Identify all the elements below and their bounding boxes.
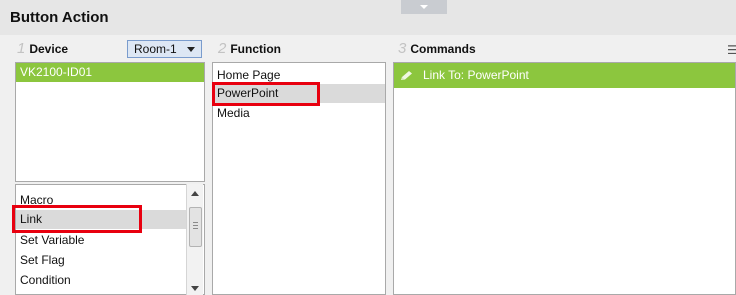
scroll-thumb[interactable] [189, 207, 202, 247]
function-item-home-page[interactable]: Home Page [213, 66, 385, 85]
action-type-label: Set Variable [20, 233, 85, 247]
action-type-label: Link [20, 212, 43, 226]
scroll-down-arrow-icon[interactable] [191, 286, 199, 291]
window-title: Button Action [10, 9, 109, 26]
function-item-label: Home Page [217, 68, 281, 82]
commands-column-header: 3 Commands [398, 38, 476, 60]
chevron-down-icon [420, 5, 428, 9]
action-type-label: Condition [20, 273, 71, 287]
commands-list: Link To: PowerPoint [393, 62, 736, 295]
action-type-label: Macro [20, 193, 54, 207]
step-number-2: 2 [218, 40, 227, 57]
pencil-icon[interactable] [400, 70, 414, 81]
action-type-set-flag[interactable]: Set Flag [16, 251, 204, 270]
function-item-media[interactable]: Media [213, 104, 385, 123]
command-item[interactable]: Link To: PowerPoint [394, 63, 735, 88]
room-select-value: Room-1 [134, 42, 177, 56]
command-item-label: Link To: PowerPoint [423, 68, 529, 82]
device-list: VK2100-ID01 [15, 62, 205, 182]
commands-column-label: Commands [410, 42, 476, 56]
action-type-scrollbar[interactable] [186, 184, 203, 295]
action-type-label: Set Flag [20, 253, 65, 267]
menu-icon[interactable]: ☰ [727, 43, 736, 57]
function-item-powerpoint[interactable]: PowerPoint [213, 84, 385, 103]
device-column-header: 1 Device [17, 38, 68, 60]
action-type-set-variable[interactable]: Set Variable [16, 231, 204, 250]
function-column-label: Function [230, 42, 281, 56]
title-bar: Button Action [0, 0, 736, 35]
function-item-label: Media [217, 106, 250, 120]
action-type-condition[interactable]: Condition [16, 271, 204, 290]
step-number-1: 1 [17, 40, 26, 57]
device-column-label: Device [29, 42, 69, 56]
dropdown-arrow-icon [187, 47, 195, 52]
function-list: Home Page PowerPoint Media [212, 62, 386, 295]
scroll-up-arrow-icon[interactable] [191, 191, 199, 196]
device-item[interactable]: VK2100-ID01 [16, 63, 204, 82]
device-item-label: VK2100-ID01 [20, 65, 93, 79]
room-select[interactable]: Room-1 [127, 40, 202, 58]
action-type-link[interactable]: Link [16, 210, 187, 229]
step-number-3: 3 [398, 40, 407, 57]
action-type-macro[interactable]: Macro [16, 191, 204, 210]
collapse-handle[interactable] [401, 0, 447, 14]
action-type-list: Macro Link Set Variable Set Flag Conditi… [15, 184, 205, 295]
function-column-header: 2 Function [218, 38, 281, 60]
function-item-label: PowerPoint [217, 86, 279, 100]
